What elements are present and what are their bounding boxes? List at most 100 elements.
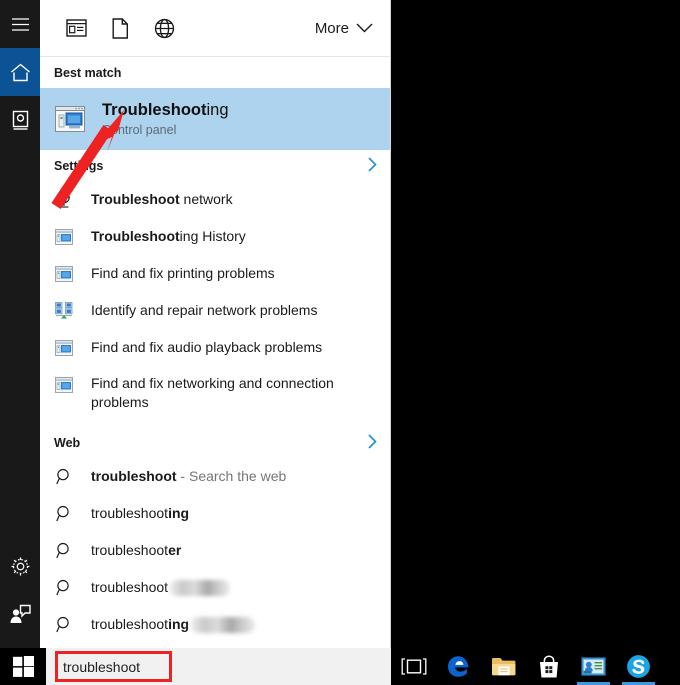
- screen: More Best match: [0, 0, 680, 685]
- file-explorer-icon: [491, 656, 517, 677]
- notebook-icon: [11, 110, 30, 131]
- search-icon: [54, 541, 74, 561]
- search-icon: [54, 504, 74, 524]
- list-item[interactable]: Troubleshooting History: [40, 218, 391, 255]
- control-panel-icon: [54, 338, 74, 358]
- label-prefix: troubleshoot: [91, 505, 168, 521]
- list-item-label: troubleshooting: [91, 504, 189, 523]
- more-label: More: [315, 20, 349, 37]
- label-suffix: - Search the web: [177, 468, 287, 484]
- microsoft-store-button[interactable]: [526, 648, 571, 685]
- chevron-down-icon: [356, 23, 373, 33]
- apps-icon: [66, 19, 87, 37]
- redacted-text-block: [169, 580, 230, 596]
- filter-apps-button[interactable]: [54, 6, 98, 50]
- label-prefix: troubleshoot: [91, 542, 168, 558]
- contacts-app-button[interactable]: [571, 648, 616, 685]
- chevron-right-icon[interactable]: [368, 434, 377, 452]
- label-bold: ing: [168, 505, 189, 521]
- search-icon: [54, 467, 74, 487]
- search-icon: [54, 615, 74, 635]
- list-item-label: Find and fix networking and connection p…: [91, 374, 359, 412]
- redacted-text-block: [190, 617, 255, 633]
- web-header-label: Web: [54, 436, 80, 450]
- home-icon: [10, 63, 31, 82]
- rail-item-home[interactable]: [0, 48, 40, 96]
- label-rest: ing History: [180, 228, 246, 244]
- microsoft-store-icon: [538, 655, 560, 679]
- network-computers-icon: [54, 301, 74, 321]
- label-rest: Identify and repair network problems: [91, 302, 317, 318]
- list-item-label: Identify and repair network problems: [91, 301, 317, 320]
- label-prefix: troubleshoot: [91, 616, 168, 632]
- list-item[interactable]: troubleshoot: [40, 569, 391, 606]
- more-filters-button[interactable]: More: [307, 14, 381, 43]
- list-item-label: troubleshoot - Search the web: [91, 467, 286, 486]
- task-view-icon: [401, 658, 427, 675]
- label-bold: Troubleshoot: [91, 228, 180, 244]
- edge-button[interactable]: [436, 648, 481, 685]
- list-item-label: troubleshooting: [91, 615, 255, 634]
- list-item[interactable]: Identify and repair network problems: [40, 292, 391, 329]
- contacts-app-icon: [581, 657, 606, 676]
- control-panel-icon: [54, 227, 74, 247]
- label-bold: ing: [168, 616, 189, 632]
- result-best-match-troubleshooting[interactable]: Troubleshooting Control panel: [40, 88, 391, 150]
- label-prefix: troubleshoot: [91, 579, 168, 595]
- best-match-subtitle: Control panel: [102, 123, 229, 137]
- chevron-right-icon[interactable]: [368, 157, 377, 175]
- gear-icon: [10, 556, 31, 577]
- label-bold: er: [168, 542, 181, 558]
- search-highlight-box: [55, 651, 172, 682]
- taskbar-search-input[interactable]: troubleshoot: [46, 648, 391, 685]
- list-item[interactable]: Find and fix audio playback problems: [40, 329, 391, 366]
- best-match-title-bold: Troubleshoot: [102, 101, 207, 119]
- taskbar: troubleshoot: [0, 648, 680, 685]
- list-item[interactable]: troubleshoot - Search the web: [40, 458, 391, 495]
- windows-logo-icon: [13, 656, 34, 677]
- list-item-label: troubleshoot: [91, 578, 230, 597]
- control-panel-icon: [54, 264, 74, 284]
- skype-icon: [626, 654, 651, 679]
- control-panel-icon: [54, 375, 74, 395]
- task-view-button[interactable]: [391, 648, 436, 685]
- list-item-label: Troubleshooting History: [91, 227, 246, 246]
- search-left-rail: [0, 0, 40, 648]
- label-bold: Troubleshoot: [91, 191, 180, 207]
- label-rest: Find and fix networking and connection p…: [91, 375, 334, 410]
- list-item[interactable]: troubleshooter: [40, 532, 391, 569]
- list-item[interactable]: troubleshooting: [40, 606, 391, 643]
- search-results-list: Best match Troubleshooting: [40, 57, 391, 648]
- section-header-settings[interactable]: Settings: [40, 150, 391, 181]
- label-rest: network: [180, 191, 233, 207]
- list-item[interactable]: Troubleshoot network: [40, 181, 391, 218]
- search-command-bar: More: [40, 0, 391, 57]
- rail-item-settings[interactable]: [0, 542, 40, 590]
- skype-button[interactable]: [616, 648, 661, 685]
- start-button[interactable]: [0, 648, 46, 685]
- list-item[interactable]: troubleshooting: [40, 495, 391, 532]
- search-icon: [54, 578, 74, 598]
- section-header-web[interactable]: Web: [40, 427, 391, 458]
- hamburger-icon: [12, 18, 29, 31]
- file-explorer-button[interactable]: [481, 648, 526, 685]
- network-globe-icon: [54, 190, 74, 210]
- section-header-best-match: Best match: [40, 57, 391, 88]
- search-flyout-panel: More Best match: [0, 0, 391, 648]
- taskbar-icons: [391, 648, 661, 685]
- document-icon: [112, 18, 129, 39]
- list-item-label: troubleshooter: [91, 541, 181, 560]
- settings-header-label: Settings: [54, 159, 103, 173]
- edge-icon: [446, 654, 471, 679]
- rail-item-feedback[interactable]: [0, 590, 40, 638]
- list-item[interactable]: Find and fix networking and connection p…: [40, 366, 391, 418]
- list-item[interactable]: Find and fix printing problems: [40, 255, 391, 292]
- hamburger-menu-button[interactable]: [0, 0, 40, 48]
- control-panel-troubleshooting-icon: [54, 103, 86, 135]
- label-rest: Find and fix printing problems: [91, 265, 275, 281]
- filter-web-button[interactable]: [142, 6, 186, 50]
- filter-documents-button[interactable]: [98, 6, 142, 50]
- rail-item-notebook[interactable]: [0, 96, 40, 144]
- best-match-title: Troubleshooting: [102, 101, 229, 121]
- feedback-icon: [9, 604, 31, 624]
